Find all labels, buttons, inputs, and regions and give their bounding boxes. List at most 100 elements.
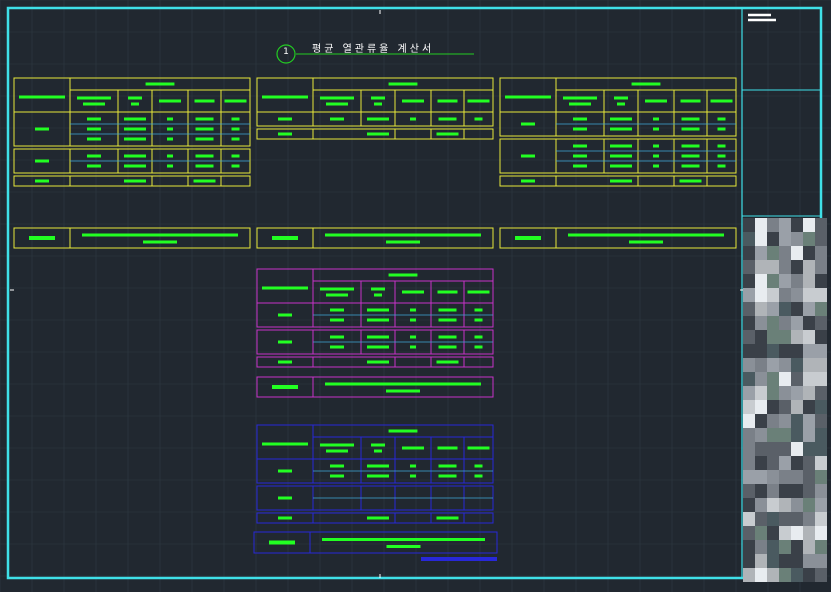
cell-text-mark	[231, 164, 240, 168]
title-block-pixel	[743, 288, 755, 302]
cell-text-mark	[386, 389, 420, 393]
cell-text-mark	[438, 335, 457, 339]
cell-text-mark	[569, 102, 591, 106]
title-block-pixel	[791, 456, 803, 470]
blue-underline-bar	[421, 557, 497, 561]
cell-text-mark	[367, 345, 389, 349]
title-block-pixel	[803, 372, 815, 386]
cell-text-mark	[330, 308, 344, 312]
cell-text-mark	[167, 117, 173, 121]
cell-text-mark	[374, 293, 382, 297]
title-block-pixel	[743, 526, 755, 540]
title-block-pixel	[803, 316, 815, 330]
title-block-pixel	[743, 218, 755, 232]
cell-text-mark	[159, 99, 181, 103]
title-block-pixel	[767, 456, 779, 470]
title-block-pixel	[767, 344, 779, 358]
title-block-pixel	[791, 232, 803, 246]
cell-text-mark	[326, 293, 348, 297]
title-block-pixel	[791, 554, 803, 568]
title-block-pixel	[767, 260, 779, 274]
title-block-pixel	[815, 484, 827, 498]
cell-text-mark	[388, 273, 418, 277]
cell-text-mark	[35, 179, 49, 183]
cell-text-mark	[410, 308, 416, 312]
cell-text-mark	[322, 538, 485, 541]
title-block-pixel	[779, 484, 791, 498]
cell-text-mark	[77, 96, 111, 100]
title-block-pixel	[803, 302, 815, 316]
cell-text-mark	[653, 117, 659, 121]
cell-text-mark	[467, 99, 490, 103]
title-block-pixel	[779, 512, 791, 526]
title-block-pixel	[767, 512, 779, 526]
title-block-pixel	[755, 386, 767, 400]
cell-text-mark	[573, 154, 587, 158]
title-block-pixel	[767, 568, 779, 582]
title-block-pixel	[815, 330, 827, 344]
cell-text-mark	[474, 474, 483, 478]
title-block-pixel	[815, 232, 827, 246]
cell-text-mark	[87, 164, 101, 168]
cell-text-mark	[410, 345, 416, 349]
cell-text-mark	[87, 127, 101, 131]
title-block-pixel	[767, 554, 779, 568]
title-block-pixel	[755, 260, 767, 274]
title-block-pixel	[743, 456, 755, 470]
cell-text-mark	[87, 137, 101, 141]
title-block-pixel	[803, 274, 815, 288]
cell-text-mark	[224, 99, 247, 103]
cell-text-mark	[573, 164, 587, 168]
drawing-grid	[0, 0, 831, 592]
title-block-pixel	[743, 470, 755, 484]
title-block-pixel	[815, 470, 827, 484]
title-block-pixel	[803, 526, 815, 540]
cell-text-mark	[717, 144, 726, 148]
table-header	[499, 77, 737, 113]
cell-text-mark	[681, 117, 700, 121]
cell-text-mark	[124, 127, 146, 131]
title-block-pixel	[803, 484, 815, 498]
cell-text-mark	[167, 164, 173, 168]
title-block-pixel	[779, 540, 791, 554]
cell-text-mark	[610, 117, 632, 121]
title-block-pixel	[743, 442, 755, 456]
cell-text-mark	[573, 117, 587, 121]
title-block-pixel	[791, 484, 803, 498]
drawing-title-text: 평균 열관류율 계산서	[312, 44, 435, 55]
cell-text-mark	[610, 164, 632, 168]
title-block-pixel	[803, 260, 815, 274]
title-block-pixel	[743, 232, 755, 246]
title-block-pixel	[743, 302, 755, 316]
title-block-pixel	[791, 330, 803, 344]
title-block-pixel	[743, 568, 755, 582]
cell-text-mark	[680, 99, 701, 103]
title-block-pixel	[815, 512, 827, 526]
cell-text-mark	[710, 99, 733, 103]
title-block-pixel	[767, 540, 779, 554]
title-block-pixel	[815, 372, 827, 386]
cell-text-mark	[29, 236, 55, 240]
title-block-pixel	[803, 456, 815, 470]
title-block-pixel	[743, 274, 755, 288]
cell-text-mark	[145, 82, 175, 86]
cell-text-mark	[262, 95, 308, 99]
cell-text-mark	[367, 318, 389, 322]
cell-text-mark	[573, 127, 587, 131]
title-block-pixel	[803, 470, 815, 484]
title-block-pixel	[755, 358, 767, 372]
title-block-pixel	[815, 218, 827, 232]
cell-text-mark	[717, 154, 726, 158]
table-header	[13, 77, 251, 113]
title-block-pixel	[743, 554, 755, 568]
title-block-pixel	[779, 498, 791, 512]
cell-text-mark	[124, 179, 146, 183]
cad-drawing-canvas[interactable]	[0, 0, 831, 592]
cell-text-mark	[272, 236, 298, 240]
cell-text-mark	[82, 233, 238, 237]
title-block-pixel	[803, 218, 815, 232]
cell-text-mark	[573, 144, 587, 148]
cell-text-mark	[330, 335, 344, 339]
title-block-pixel	[803, 232, 815, 246]
title-block-pixel	[755, 302, 767, 316]
